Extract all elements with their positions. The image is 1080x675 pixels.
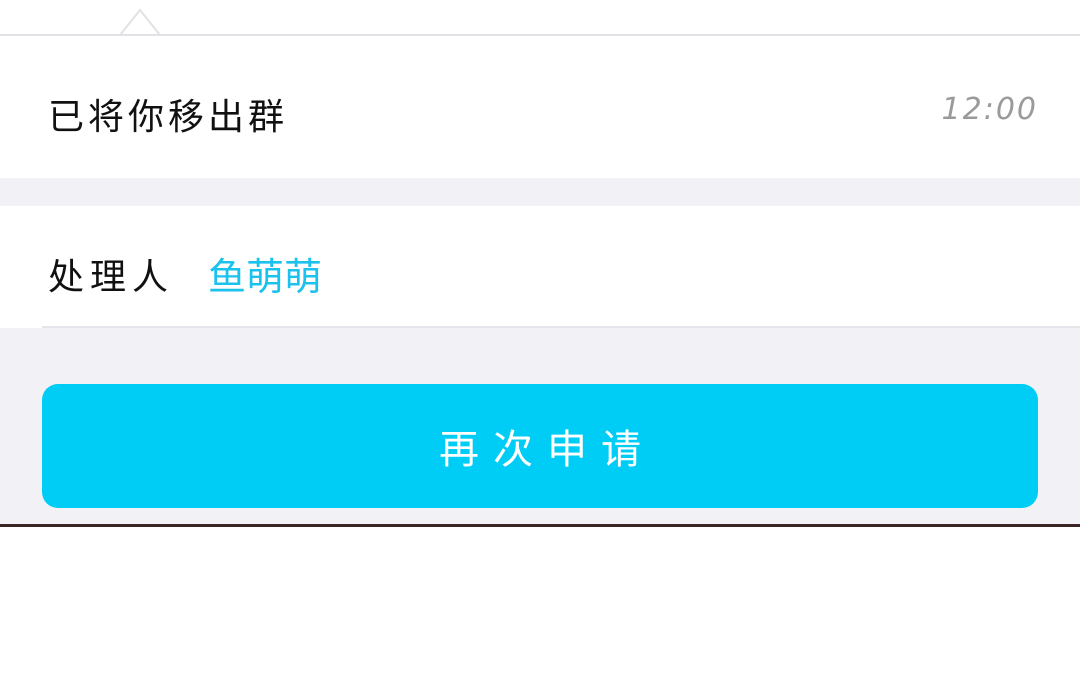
message-text: 已将你移出群 bbox=[48, 97, 289, 138]
pointer-notch-icon bbox=[119, 8, 161, 36]
blank-area bbox=[0, 527, 1080, 675]
reapply-button-label: 再次申请 bbox=[439, 427, 655, 473]
handler-row: 处理人 鱼萌萌 bbox=[0, 206, 1080, 328]
section-gap bbox=[0, 178, 1080, 206]
reapply-button[interactable]: 再次申请 bbox=[42, 384, 1038, 508]
popover-header bbox=[0, 0, 1080, 36]
handler-label: 处理人 bbox=[48, 257, 175, 298]
message-time: 12:00 bbox=[941, 92, 1038, 127]
action-area: 再次申请 bbox=[0, 328, 1080, 524]
handler-name-link[interactable]: 鱼萌萌 bbox=[208, 246, 322, 301]
notification-detail-screen: 已将你移出群 12:00 处理人 鱼萌萌 再次申请 bbox=[0, 0, 1080, 675]
message-card: 已将你移出群 12:00 bbox=[0, 36, 1080, 178]
